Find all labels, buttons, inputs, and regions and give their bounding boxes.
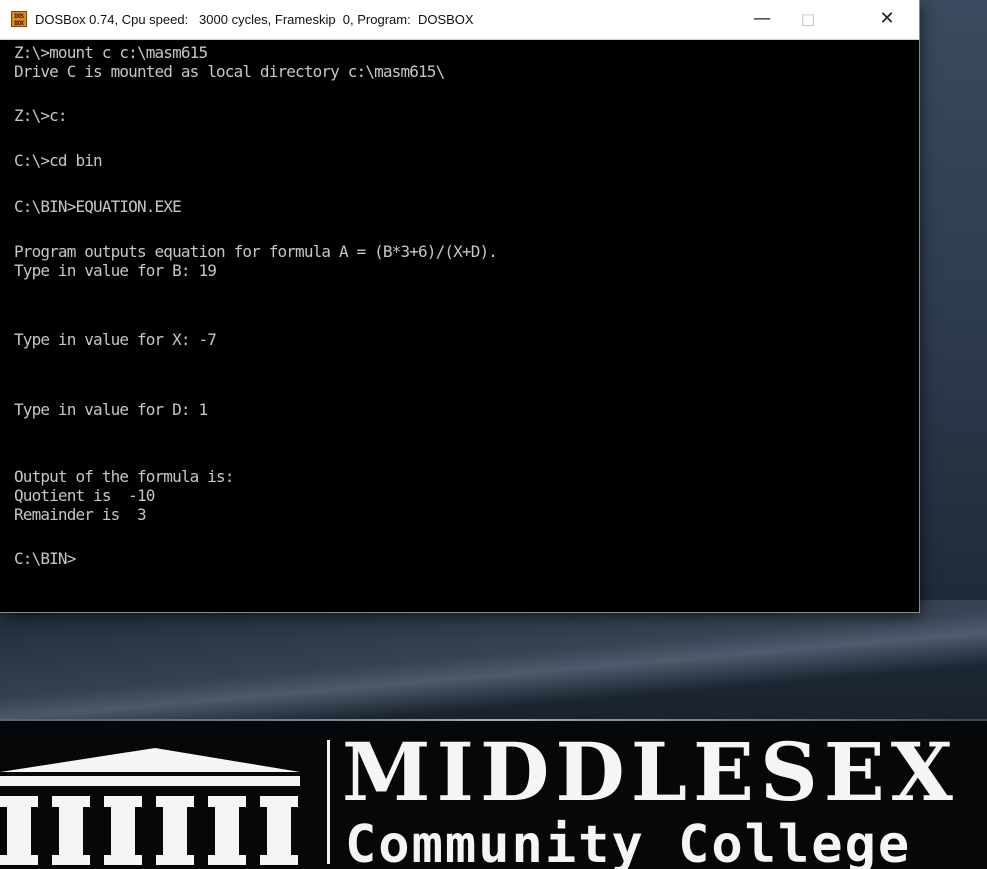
terminal-line: Drive C is mounted as local directory c:… <box>14 62 445 81</box>
terminal-line: Output of the formula is: <box>14 467 234 486</box>
dosbox-app-icon[interactable]: DOS BOX <box>11 11 27 27</box>
logo-divider <box>327 740 330 864</box>
college-building-icon <box>0 748 300 865</box>
title-bar[interactable]: DOS BOX DOSBox 0.74, Cpu speed: 3000 cyc… <box>0 0 919 40</box>
terminal-line: Type in value for X: -7 <box>14 330 217 349</box>
terminal-line: Z:\>c: <box>14 106 68 125</box>
terminal-line: C:\>cd bin <box>14 151 103 170</box>
logo-wordmark: MIDDLESEX <box>342 725 959 819</box>
terminal-prompt: C:\BIN> <box>14 549 76 568</box>
minimize-button[interactable]: — <box>739 0 785 38</box>
terminal-line: Type in value for B: 19 <box>14 261 217 280</box>
wallpaper-light-streak <box>0 600 987 730</box>
terminal-line: Program outputs equation for formula A =… <box>14 242 498 261</box>
dosbox-window[interactable]: DOS BOX DOSBox 0.74, Cpu speed: 3000 cyc… <box>0 0 919 612</box>
terminal-output[interactable]: Z:\>mount c c:\masm615 Drive C is mounte… <box>14 43 904 603</box>
terminal-line: C:\BIN>EQUATION.EXE <box>14 197 182 216</box>
terminal-line: Remainder is 3 <box>14 505 147 524</box>
window-title: DOSBox 0.74, Cpu speed: 3000 cycles, Fra… <box>35 12 474 27</box>
terminal-line: Quotient is -10 <box>14 486 155 505</box>
maximize-button[interactable]: □ <box>785 0 831 38</box>
terminal-line: Type in value for D: 1 <box>14 400 208 419</box>
logo-subtitle: Community College <box>345 815 912 869</box>
close-button[interactable]: ✕ <box>864 0 910 38</box>
terminal-line: Z:\>mount c c:\masm615 <box>14 43 208 62</box>
